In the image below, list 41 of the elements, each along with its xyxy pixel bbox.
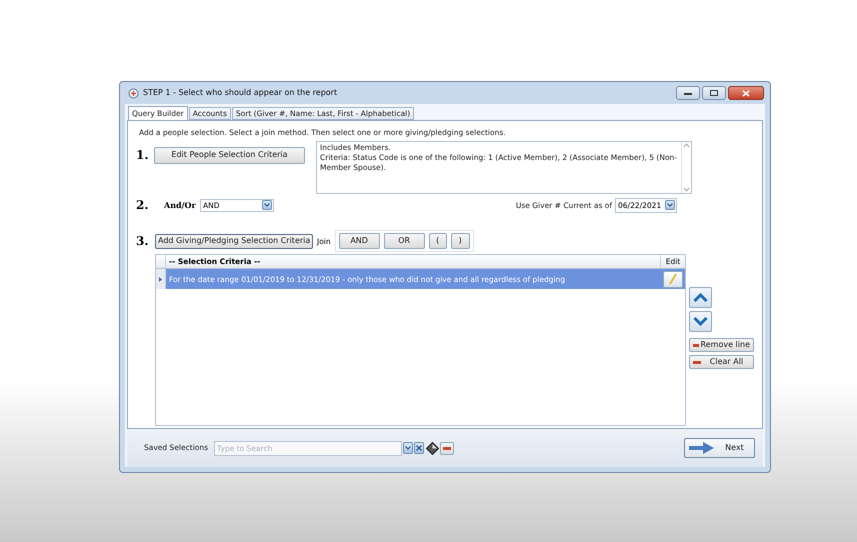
move-down-button[interactable] (689, 311, 712, 332)
app-icon (128, 88, 139, 98)
join-button[interactable]: AND (338, 233, 380, 250)
chevron-up-icon (693, 293, 708, 302)
diamond-icon (426, 442, 439, 454)
dropdown-button[interactable] (403, 442, 414, 454)
diamond-button[interactable] (425, 441, 440, 455)
maximize-button[interactable] (702, 86, 726, 100)
pencil-icon (668, 273, 678, 286)
remove-line-button[interactable]: Remove line (689, 338, 754, 352)
row-pointer-icon (159, 276, 162, 282)
close-icon (416, 445, 422, 451)
arrow-right-icon (689, 442, 715, 454)
delete-button[interactable] (440, 442, 454, 454)
clear-all-button[interactable]: Clear All (689, 355, 754, 370)
minus-icon (693, 344, 699, 347)
close-icon (742, 90, 750, 96)
join-button[interactable]: ) (450, 233, 470, 250)
minimize-icon (684, 92, 692, 94)
minus-icon (443, 446, 452, 450)
chevron-down-icon (667, 203, 673, 208)
maximize-icon (710, 90, 718, 96)
join-button[interactable]: OR (384, 233, 425, 250)
minimize-button[interactable] (676, 86, 700, 100)
edit-people-button[interactable]: Edit People Selection Criteria (154, 146, 305, 164)
step-number: 1. (135, 147, 150, 164)
step-number: 3. (135, 233, 150, 250)
minus-icon (693, 360, 701, 364)
chevron-down-icon (264, 203, 270, 208)
step-number: 2. (135, 197, 150, 214)
and-or-label: And/Or (164, 199, 197, 212)
window-title: STEP 1 - Select who should appear on the report (143, 87, 338, 99)
add-giving-button[interactable]: Add Giving/Pledging Selection Criteria (155, 234, 313, 249)
next-button[interactable]: Next (684, 438, 755, 458)
chevron-down-icon (693, 317, 708, 326)
move-up-button[interactable] (689, 287, 712, 308)
clear-button[interactable] (414, 442, 424, 454)
chevron-down-icon (405, 446, 412, 450)
edit-button[interactable] (663, 270, 683, 288)
join-button[interactable]: ( (428, 233, 447, 250)
close-button[interactable] (728, 86, 764, 100)
